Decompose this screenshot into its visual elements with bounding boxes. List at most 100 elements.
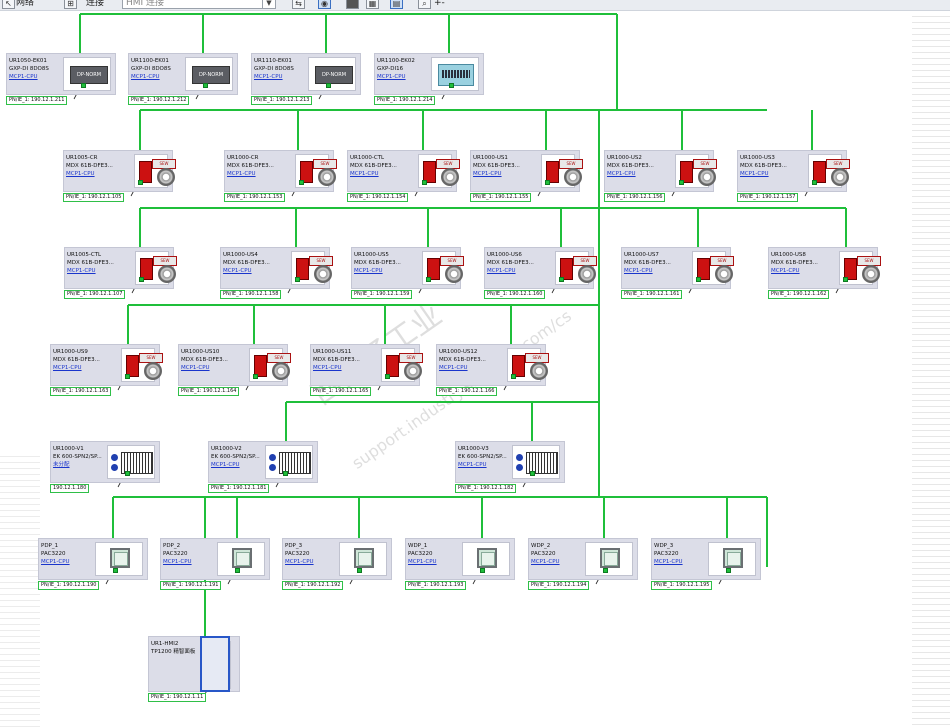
device-card[interactable]: PDP_2 PAC3220 MCP1-CPU: [160, 538, 270, 580]
ip-address-label[interactable]: PN/IE_1: 190.12.1.11: [148, 693, 207, 702]
io-controller-link[interactable]: MCP1-CPU: [377, 74, 406, 80]
io-controller-link[interactable]: MCP1-CPU: [9, 74, 38, 80]
io-controller-link[interactable]: MCP1-CPU: [473, 171, 502, 177]
ip-address-label[interactable]: PN/IE_1: 190.12.1.182: [455, 484, 517, 493]
device-card[interactable]: UR1000-US1 MDX 61B-DFE3... MCP1-CPU SEW: [470, 150, 583, 192]
device-card[interactable]: WDP_1 PAC3220 MCP1-CPU: [405, 538, 515, 580]
device-card[interactable]: UR1110-EK01 GXP-DI 8DO8S MCP1-CPU DP-NORM: [251, 53, 361, 95]
device-card[interactable]: UR1005-CTL MDX 61B-DFE3... MCP1-CPU SEW: [64, 247, 177, 289]
device-card[interactable]: UR1000-US10 MDX 61B-DFE3... MCP1-CPU SEW: [178, 344, 291, 386]
device-card[interactable]: UR1000-CTL MDX 61B-DFE3... MCP1-CPU SEW: [347, 150, 460, 192]
profinet-port-icon[interactable]: [357, 568, 362, 573]
io-controller-link[interactable]: MCP1-CPU: [131, 74, 160, 80]
ip-address-label[interactable]: PN/IE_1: 190.12.1.153: [224, 193, 286, 202]
show-addresses-icon[interactable]: ◉: [318, 0, 331, 9]
profinet-port-icon[interactable]: [511, 374, 516, 379]
io-controller-link[interactable]: MCP1-CPU: [254, 74, 283, 80]
ip-address-label[interactable]: PN/IE_1: 190.12.1.158: [220, 290, 282, 299]
profinet-port-icon[interactable]: [235, 568, 240, 573]
profinet-port-icon[interactable]: [812, 180, 817, 185]
device-card[interactable]: UR1000-US4 MDX 61B-DFE3... MCP1-CPU SEW: [220, 247, 333, 289]
ip-address-label[interactable]: PN/IE_1: 190.12.1.181: [208, 484, 270, 493]
ip-address-label[interactable]: PN/IE_1: 190.12.1.192: [282, 581, 344, 590]
ip-address-label[interactable]: PN/IE_1: 190.12.1.212: [128, 96, 190, 105]
device-card[interactable]: UR1050-EK01 GXP-DI 8DO8S MCP1-CPU DP-NORM: [6, 53, 116, 95]
device-card[interactable]: UR1000-US3 MDX 61B-DFE3... MCP1-CPU SEW: [737, 150, 850, 192]
device-card[interactable]: UR1000-US2 MDX 61B-DFE3... MCP1-CPU SEW: [604, 150, 717, 192]
device-card[interactable]: UR1000-V3 EK 600-SPN2/SP... MCP1-CPU: [455, 441, 565, 483]
device-card[interactable]: UR1100-EK02 GXP-DI16 MCP1-CPU: [374, 53, 484, 95]
io-controller-link[interactable]: MCP1-CPU: [66, 171, 95, 177]
io-controller-link[interactable]: MCP1-CPU: [181, 365, 210, 371]
profinet-port-icon[interactable]: [696, 277, 701, 282]
device-card[interactable]: UR1005-CR MDX 61B-DFE3... MCP1-CPU SEW: [63, 150, 176, 192]
io-controller-link[interactable]: 未分配: [53, 462, 70, 468]
io-controller-link[interactable]: MCP1-CPU: [354, 268, 383, 274]
profinet-port-icon[interactable]: [545, 180, 550, 185]
io-controller-link[interactable]: MCP1-CPU: [740, 171, 769, 177]
connection-type-select[interactable]: HMI 连接 ▼: [122, 0, 276, 9]
device-card[interactable]: WDP_3 PAC3220 MCP1-CPU: [651, 538, 761, 580]
profinet-port-icon[interactable]: [422, 180, 427, 185]
device-card[interactable]: PDP_1 PAC3220 MCP1-CPU: [38, 538, 148, 580]
ip-address-label[interactable]: PN/IE_1: 190.12.1.164: [178, 387, 240, 396]
zoom-icon[interactable]: ⌕: [418, 0, 431, 9]
profinet-port-icon[interactable]: [295, 277, 300, 282]
profinet-port-icon[interactable]: [125, 374, 130, 379]
profinet-port-icon[interactable]: [679, 180, 684, 185]
profinet-port-icon[interactable]: [203, 83, 208, 88]
device-card[interactable]: UR1100-EK01 GXP-DI 8DO8S MCP1-CPU DP-NORM: [128, 53, 238, 95]
table-icon[interactable]: ▦: [366, 0, 379, 9]
chevron-down-icon[interactable]: ▼: [262, 0, 275, 8]
stop-icon[interactable]: [346, 0, 359, 9]
connections-button[interactable]: 连接: [86, 0, 104, 9]
ip-address-label[interactable]: PN/IE_1: 190.12.1.191: [160, 581, 222, 590]
profinet-port-icon[interactable]: [139, 277, 144, 282]
ip-address-label[interactable]: PN/IE_1: 190.12.1.159: [351, 290, 413, 299]
ip-address-label[interactable]: PN/IE_1: 190.12.1.194: [528, 581, 590, 590]
device-card[interactable]: UR1000-CR MDX 61B-DFE3... MCP1-CPU SEW: [224, 150, 337, 192]
io-controller-link[interactable]: MCP1-CPU: [607, 171, 636, 177]
ip-address-label[interactable]: PN/IE_1: 190.12.1.160: [484, 290, 546, 299]
io-controller-link[interactable]: MCP1-CPU: [624, 268, 653, 274]
ip-address-label[interactable]: PN/IE_1: 190.12.1.166: [436, 387, 498, 396]
ip-address-label[interactable]: PN/IE_1: 190.12.1.105: [63, 193, 125, 202]
ip-address-label[interactable]: PN/IE_1: 190.12.1.154: [347, 193, 409, 202]
profinet-port-icon[interactable]: [843, 277, 848, 282]
io-controller-link[interactable]: MCP1-CPU: [771, 268, 800, 274]
device-card[interactable]: UR1000-US12 MDX 61B-DFE3... MCP1-CPU SEW: [436, 344, 549, 386]
io-controller-link[interactable]: MCP1-CPU: [223, 268, 252, 274]
ip-address-label[interactable]: PN/IE_1: 190.12.1.156: [604, 193, 666, 202]
profinet-port-icon[interactable]: [603, 568, 608, 573]
io-controller-link[interactable]: MCP1-CPU: [350, 171, 379, 177]
profinet-port-icon[interactable]: [559, 277, 564, 282]
ip-address-label[interactable]: PN/IE_1: 190.12.1.211: [6, 96, 68, 105]
io-controller-link[interactable]: MCP1-CPU: [458, 462, 487, 468]
profinet-port-icon[interactable]: [530, 471, 535, 476]
ip-address-label[interactable]: PN/IE_1: 190.12.1.157: [737, 193, 799, 202]
ip-address-label[interactable]: PN/IE_1: 190.12.1.213: [251, 96, 313, 105]
io-controller-link[interactable]: MCP1-CPU: [211, 462, 240, 468]
device-card[interactable]: UR1000-US9 MDX 61B-DFE3... MCP1-CPU SEW: [50, 344, 163, 386]
device-card[interactable]: UR1000-US11 MDX 61B-DFE3... MCP1-CPU SEW: [310, 344, 423, 386]
ip-address-label[interactable]: PN/IE_1: 190.12.1.163: [50, 387, 112, 396]
ip-address-label[interactable]: PN/IE_1: 190.12.1.190: [38, 581, 100, 590]
io-controller-link[interactable]: MCP1-CPU: [227, 171, 256, 177]
ip-address-label[interactable]: PN/IE_1: 190.12.1.162: [768, 290, 830, 299]
profinet-port-icon[interactable]: [113, 568, 118, 573]
device-card[interactable]: PDP_3 PAC3220 MCP1-CPU: [282, 538, 392, 580]
profinet-port-icon[interactable]: [283, 471, 288, 476]
io-controller-link[interactable]: MCP1-CPU: [408, 559, 437, 565]
profinet-port-icon[interactable]: [138, 180, 143, 185]
profinet-port-icon[interactable]: [326, 83, 331, 88]
connections-icon[interactable]: ⊞: [64, 0, 77, 9]
profinet-port-icon[interactable]: [81, 83, 86, 88]
profinet-port-icon[interactable]: [480, 568, 485, 573]
ip-address-label[interactable]: PN/IE_1: 190.12.1.155: [470, 193, 532, 202]
network-button[interactable]: 网络: [16, 0, 34, 9]
ip-address-label[interactable]: PN/IE_1: 190.12.1.193: [405, 581, 467, 590]
ip-address-label[interactable]: PN/IE_1: 190.12.1.214: [374, 96, 436, 105]
io-controller-link[interactable]: MCP1-CPU: [531, 559, 560, 565]
io-controller-link[interactable]: MCP1-CPU: [67, 268, 96, 274]
profinet-port-icon[interactable]: [125, 471, 130, 476]
